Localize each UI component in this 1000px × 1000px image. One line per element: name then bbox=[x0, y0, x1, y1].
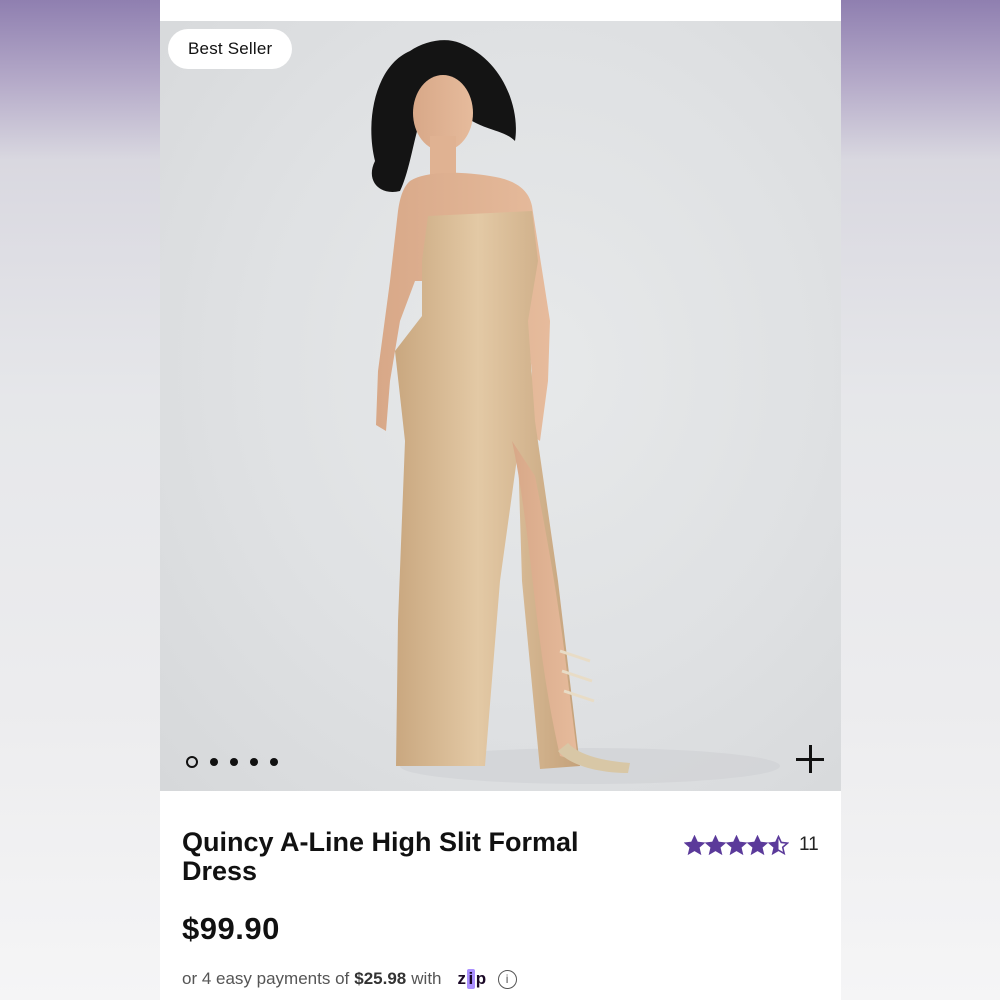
product-rating[interactable]: 11 bbox=[684, 834, 819, 856]
payments-amount: $25.98 bbox=[354, 969, 407, 988]
star-full-icon bbox=[747, 834, 768, 855]
star-full-icon bbox=[726, 834, 747, 855]
gallery-pagination bbox=[186, 756, 278, 768]
product-title: Quincy A-Line High Slit Formal Dress bbox=[182, 827, 579, 886]
product-image[interactable]: Best Seller bbox=[160, 21, 841, 791]
zoom-plus-icon[interactable] bbox=[796, 745, 824, 773]
star-half-icon bbox=[768, 834, 789, 855]
star-full-icon bbox=[705, 834, 726, 855]
payments-suffix: with bbox=[411, 969, 442, 988]
star-full-icon bbox=[684, 834, 705, 855]
payments-prefix: or 4 easy payments of bbox=[182, 969, 350, 988]
installment-payments: or 4 easy payments of $25.98 with zip i bbox=[182, 969, 517, 989]
rating-stars bbox=[684, 834, 789, 856]
gallery-dot-3[interactable] bbox=[230, 758, 238, 766]
rating-count: 11 bbox=[799, 834, 819, 855]
product-card: Best Seller Quincy A-Line High Slit Form… bbox=[160, 0, 841, 1000]
info-icon[interactable]: i bbox=[497, 969, 517, 989]
gallery-dot-2[interactable] bbox=[210, 758, 218, 766]
dress-photo bbox=[371, 40, 780, 784]
zip-logo-icon[interactable]: zip bbox=[458, 969, 486, 989]
gallery-dot-4[interactable] bbox=[250, 758, 258, 766]
gallery-dot-5[interactable] bbox=[270, 758, 278, 766]
gallery-dot-1[interactable] bbox=[186, 756, 198, 768]
product-price: $99.90 bbox=[182, 911, 280, 946]
best-seller-badge: Best Seller bbox=[168, 29, 293, 69]
